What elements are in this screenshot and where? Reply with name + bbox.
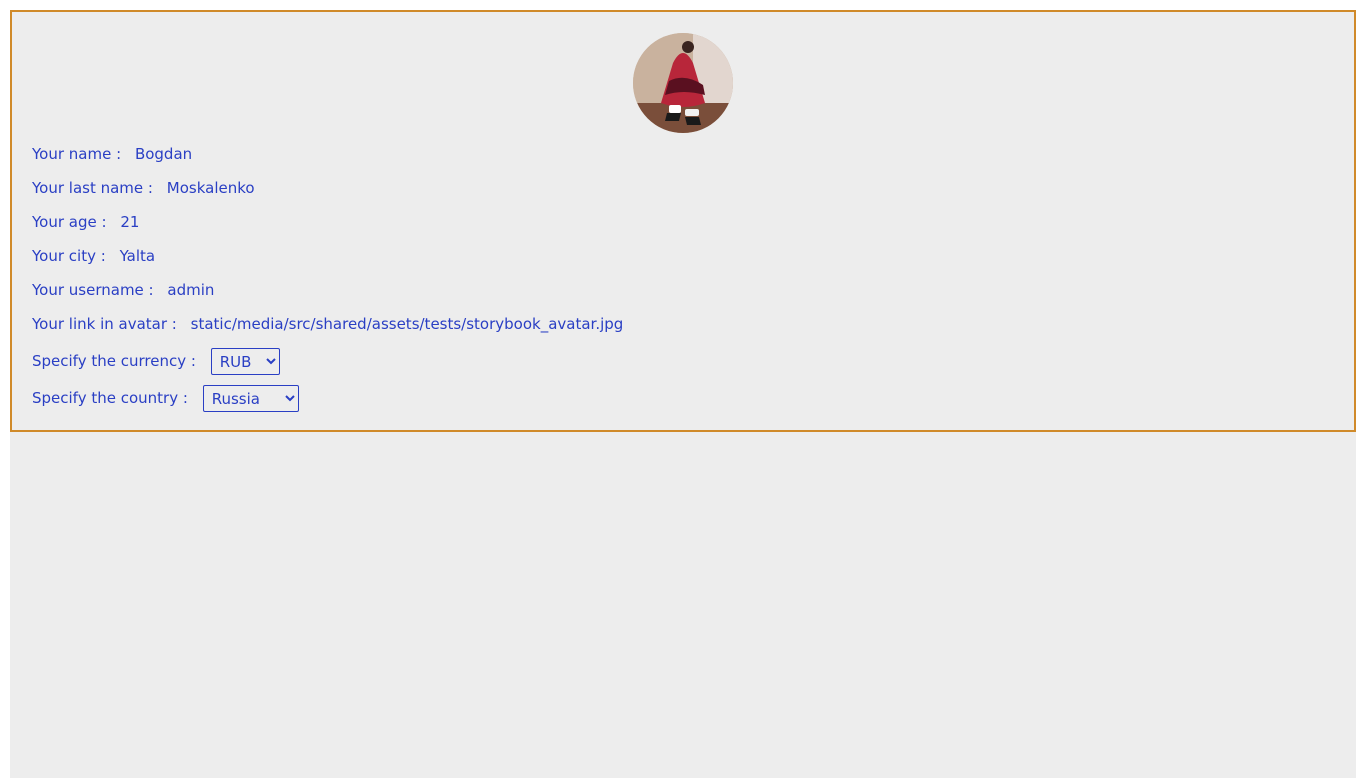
field-name-label: Your name : xyxy=(32,145,122,163)
field-age-value: 21 xyxy=(120,213,140,231)
field-age: Your age : 21 xyxy=(32,211,139,233)
field-avatar-link-label: Your link in avatar : xyxy=(32,315,177,333)
field-city-label: Your city : xyxy=(32,247,106,265)
avatar-image xyxy=(633,33,733,133)
currency-label: Specify the currency : xyxy=(32,352,196,370)
field-avatar-link-value: static/media/src/shared/assets/tests/sto… xyxy=(190,315,624,333)
field-username: Your username : admin xyxy=(32,279,214,301)
field-name: Your name : Bogdan xyxy=(32,143,192,165)
field-last-name-value: Moskalenko xyxy=(166,179,255,197)
currency-select[interactable]: RUB xyxy=(210,348,280,375)
avatar xyxy=(633,33,733,133)
profile-card: Your name : Bogdan Your last name : Mosk… xyxy=(10,10,1356,432)
field-city-value: Yalta xyxy=(119,247,156,265)
field-name-value: Bogdan xyxy=(134,145,193,163)
field-username-label: Your username : xyxy=(32,281,154,299)
field-last-name-label: Your last name : xyxy=(32,179,153,197)
country-select[interactable]: Russia xyxy=(202,385,299,412)
field-last-name: Your last name : Moskalenko xyxy=(32,177,255,199)
field-city: Your city : Yalta xyxy=(32,245,155,267)
currency-row: Specify the currency : RUB xyxy=(32,347,280,375)
country-row: Specify the country : Russia xyxy=(32,384,299,412)
field-username-value: admin xyxy=(167,281,215,299)
field-age-label: Your age : xyxy=(32,213,107,231)
country-label: Specify the country : xyxy=(32,389,188,407)
field-avatar-link: Your link in avatar : static/media/src/s… xyxy=(32,313,623,335)
